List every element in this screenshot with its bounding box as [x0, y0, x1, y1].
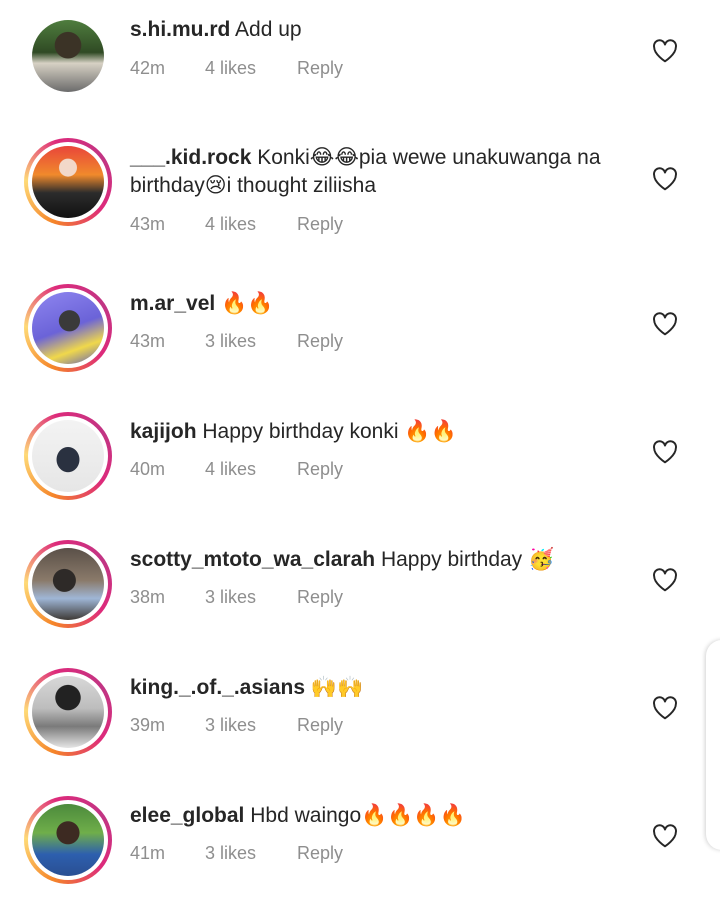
- avatar[interactable]: [24, 412, 112, 500]
- comment-username[interactable]: ___.kid.rock: [130, 146, 251, 169]
- comment-text: elee_global Hbd waingo🔥🔥🔥🔥: [130, 802, 630, 830]
- heart-outline-icon[interactable]: [652, 39, 678, 63]
- heart-outline-icon[interactable]: [652, 696, 678, 720]
- comment-username[interactable]: m.ar_vel: [130, 292, 215, 315]
- comment-likes[interactable]: 4 likes: [205, 457, 256, 481]
- comment-time: 42m: [130, 58, 166, 78]
- comment-text: ___.kid.rock Konki😂😂pia wewe unakuwanga …: [130, 144, 630, 200]
- heart-outline-icon[interactable]: [652, 312, 678, 336]
- comment-username[interactable]: s.hi.mu.rd: [130, 18, 230, 41]
- reply-button[interactable]: Reply: [297, 329, 343, 353]
- reply-button[interactable]: Reply: [297, 585, 343, 609]
- comment-likes[interactable]: 4 likes: [205, 212, 256, 236]
- reply-button[interactable]: Reply: [297, 212, 343, 236]
- avatar[interactable]: [24, 12, 112, 100]
- reply-button[interactable]: Reply: [297, 457, 343, 481]
- comment-text: scotty_mtoto_wa_clarah Happy birthday 🥳: [130, 546, 630, 574]
- comment-time: 43m: [130, 214, 166, 234]
- edge-overlay-card: [706, 640, 720, 850]
- comment-time: 39m: [130, 715, 166, 735]
- comment-body: Happy birthday konki 🔥🔥: [202, 420, 457, 443]
- comment-likes[interactable]: 3 likes: [205, 841, 256, 865]
- comment-body: Hbd waingo🔥🔥🔥🔥: [250, 804, 466, 827]
- reply-button[interactable]: Reply: [297, 56, 343, 80]
- comment-text: m.ar_vel 🔥🔥: [130, 290, 630, 318]
- comment-time: 40m: [130, 459, 166, 479]
- avatar[interactable]: [24, 540, 112, 628]
- comment-username[interactable]: kajijoh: [130, 420, 197, 443]
- heart-outline-icon[interactable]: [652, 568, 678, 592]
- comment-body: 🔥🔥: [221, 292, 274, 315]
- comment-text: kajijoh Happy birthday konki 🔥🔥: [130, 418, 630, 446]
- comment-time: 41m: [130, 843, 166, 863]
- avatar[interactable]: [24, 796, 112, 884]
- comment-likes[interactable]: 4 likes: [205, 56, 256, 80]
- comment-body: 🙌🙌: [310, 676, 364, 699]
- comment-username[interactable]: scotty_mtoto_wa_clarah: [130, 548, 375, 571]
- comment-time: 38m: [130, 587, 166, 607]
- comment-likes[interactable]: 3 likes: [205, 329, 256, 353]
- comment-text: s.hi.mu.rd Add up: [130, 16, 630, 44]
- avatar[interactable]: [24, 668, 112, 756]
- heart-outline-icon[interactable]: [652, 824, 678, 848]
- avatar[interactable]: [24, 284, 112, 372]
- comment-body: Add up: [235, 18, 302, 41]
- heart-outline-icon[interactable]: [652, 167, 678, 191]
- comment-username[interactable]: elee_global: [130, 804, 244, 827]
- comment-body: Happy birthday 🥳: [380, 548, 555, 571]
- comment-likes[interactable]: 3 likes: [205, 713, 256, 737]
- reply-button[interactable]: Reply: [297, 841, 343, 865]
- heart-outline-icon[interactable]: [652, 440, 678, 464]
- avatar[interactable]: [24, 138, 112, 226]
- comment-username[interactable]: king._.of._.asians: [130, 676, 305, 699]
- comment-time: 43m: [130, 331, 166, 351]
- comment-likes[interactable]: 3 likes: [205, 585, 256, 609]
- comment-text: king._.of._.asians 🙌🙌: [130, 674, 630, 702]
- reply-button[interactable]: Reply: [297, 713, 343, 737]
